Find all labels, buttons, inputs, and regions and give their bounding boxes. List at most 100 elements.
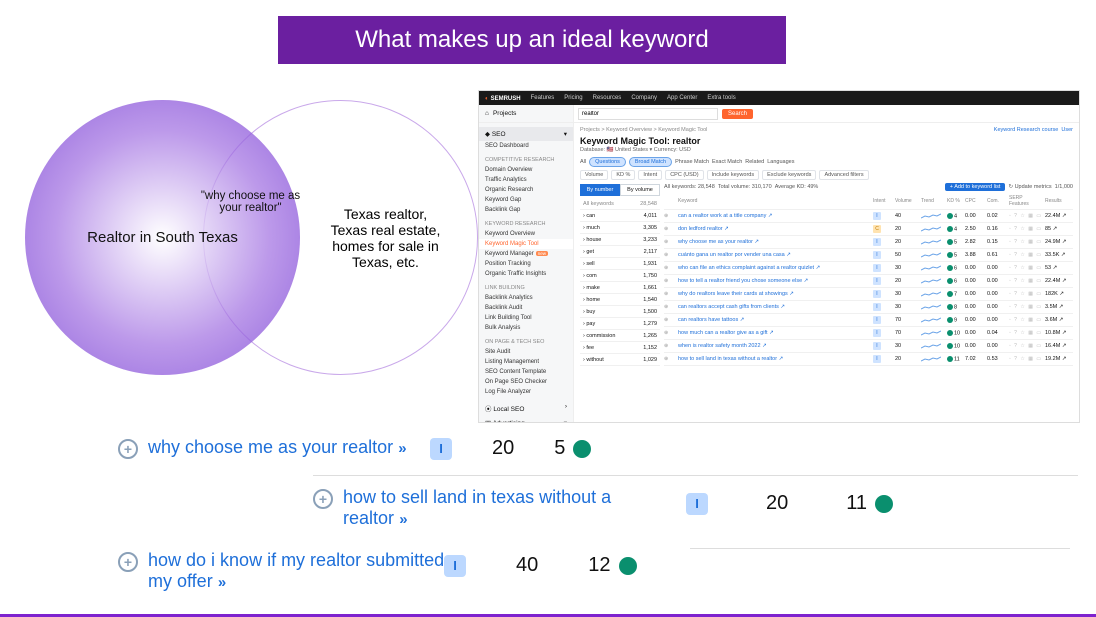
group-row[interactable]: › much3,305 <box>580 222 660 234</box>
result-row[interactable]: ⊕who can file an ethics complaint agains… <box>664 262 1073 275</box>
result-keyword[interactable]: when is realtor safety month 2022 ↗ <box>678 343 871 349</box>
filter-volume[interactable]: Volume <box>580 170 608 180</box>
sidebar-item[interactable]: Organic Traffic Insights <box>479 269 573 279</box>
add-to-list-button[interactable]: + Add to keyword list <box>945 183 1006 191</box>
sidebar-item[interactable]: On Page SEO Checker <box>479 377 573 387</box>
sidebar-item[interactable]: Bulk Analysis <box>479 323 573 333</box>
keyword-text[interactable]: how to sell land in texas without a real… <box>343 487 653 529</box>
result-row[interactable]: ⊕why choose me as your realtor ↗I2052.82… <box>664 236 1073 249</box>
filter-exclude[interactable]: Exclude keywords <box>762 170 816 180</box>
tab-all[interactable]: All <box>580 159 586 165</box>
search-button[interactable]: Search <box>722 109 753 119</box>
keyword-text[interactable]: why choose me as your realtor » <box>148 437 404 458</box>
result-row[interactable]: ⊕cuánto gana un realtor por vender una c… <box>664 249 1073 262</box>
result-row[interactable]: ⊕how to sell land in texas without a rea… <box>664 353 1073 366</box>
sidebar-item[interactable]: SEO Content Template <box>479 367 573 377</box>
sidebar-item[interactable]: Backlink Gap <box>479 205 573 215</box>
tab-broad[interactable]: Broad Match <box>629 157 672 167</box>
result-keyword[interactable]: who can file an ethics complaint against… <box>678 265 871 271</box>
sidebar-item[interactable]: Position Tracking <box>479 259 573 269</box>
group-row[interactable]: › house3,233 <box>580 234 660 246</box>
expand-icon[interactable]: ⊕ <box>664 265 676 271</box>
topnav-item[interactable]: Pricing <box>564 95 582 101</box>
sidebar-item[interactable]: Backlink Audit <box>479 303 573 313</box>
result-row[interactable]: ⊕can realtors accept cash gifts from cli… <box>664 301 1073 314</box>
tab-phrase[interactable]: Phrase Match <box>675 159 709 165</box>
sidebar-item[interactable]: Backlink Analytics <box>479 293 573 303</box>
result-row[interactable]: ⊕why do realtors leave their cards at sh… <box>664 288 1073 301</box>
tab-languages[interactable]: Languages <box>767 159 794 165</box>
result-row[interactable]: ⊕can realtors have tattoos ↗I7090.000.00… <box>664 314 1073 327</box>
filter-intent[interactable]: Intent <box>638 170 662 180</box>
group-row[interactable]: › home1,540 <box>580 294 660 306</box>
result-row[interactable]: ⊕when is realtor safety month 2022 ↗I301… <box>664 340 1073 353</box>
result-keyword[interactable]: cuánto gana un realtor por vender una ca… <box>678 252 871 258</box>
group-row[interactable]: › without1,029 <box>580 354 660 366</box>
topnav-item[interactable]: Extra tools <box>707 95 735 101</box>
expand-icon[interactable]: ⊕ <box>664 304 676 310</box>
group-row[interactable]: › get2,117 <box>580 246 660 258</box>
sidebar-item[interactable]: Domain Overview <box>479 165 573 175</box>
topnav-item[interactable]: Features <box>531 95 555 101</box>
sidebar-item[interactable]: SEO Dashboard <box>479 141 573 151</box>
grouptab-byvolume[interactable]: By volume <box>620 184 660 196</box>
sidebar-item[interactable]: Keyword Gap <box>479 195 573 205</box>
sidebar-item[interactable]: Site Audit <box>479 347 573 357</box>
result-keyword[interactable]: why choose me as your realtor ↗ <box>678 239 871 245</box>
result-keyword[interactable]: can realtors accept cash gifts from clie… <box>678 304 871 310</box>
semrush-logo[interactable]: ◐ SEMRUSH <box>485 95 521 102</box>
expand-icon[interactable]: ⊕ <box>664 252 676 258</box>
sidebar-item[interactable]: Traffic Analytics <box>479 175 573 185</box>
group-row[interactable]: › buy1,500 <box>580 306 660 318</box>
expand-icon[interactable]: ⊕ <box>664 343 676 349</box>
result-row[interactable]: ⊕don ledford realtor ↗C2042.500.16◦ ? ☆ … <box>664 223 1073 236</box>
sidebar-item[interactable]: Log File Analyzer <box>479 387 573 397</box>
sidebar-localseo[interactable]: ⦿ Local SEO› <box>479 400 573 416</box>
group-row[interactable]: › can4,011 <box>580 210 660 222</box>
expand-icon[interactable]: ⊕ <box>664 330 676 336</box>
group-row[interactable]: › pay1,279 <box>580 318 660 330</box>
result-keyword[interactable]: can realtors have tattoos ↗ <box>678 317 871 323</box>
sidebar-item[interactable]: Keyword Magic Tool <box>479 239 573 249</box>
result-row[interactable]: ⊕how to tell a realtor friend you chose … <box>664 275 1073 288</box>
sidebar-item[interactable]: Link Building Tool <box>479 313 573 323</box>
topnav-item[interactable]: Company <box>631 95 657 101</box>
expand-icon[interactable]: ⊕ <box>664 239 676 245</box>
filter-kd[interactable]: KD % <box>611 170 635 180</box>
sidebar-advertising[interactable]: ▣ Advertising▾ <box>479 416 573 422</box>
topnav-item[interactable]: Resources <box>593 95 622 101</box>
tab-exact[interactable]: Exact Match <box>712 159 742 165</box>
expand-icon[interactable]: ⊕ <box>664 317 676 323</box>
result-row[interactable]: ⊕can a realtor work at a title company ↗… <box>664 210 1073 223</box>
sidebar-item[interactable]: Keyword Overview <box>479 229 573 239</box>
group-row[interactable]: › sell1,931 <box>580 258 660 270</box>
group-row[interactable]: › com1,750 <box>580 270 660 282</box>
update-metrics-button[interactable]: ↻ Update metrics <box>1008 184 1051 190</box>
plus-icon[interactable]: + <box>118 439 138 459</box>
group-row[interactable]: › fee1,152 <box>580 342 660 354</box>
link-user[interactable]: User <box>1061 127 1073 133</box>
sidebar-item[interactable]: Organic Research <box>479 185 573 195</box>
link-course[interactable]: Keyword Research course <box>994 127 1059 133</box>
tab-questions[interactable]: Questions <box>589 157 626 167</box>
filter-advanced[interactable]: Advanced filters <box>819 170 868 180</box>
expand-icon[interactable]: ⊕ <box>664 291 676 297</box>
database-line[interactable]: Database: 🇺🇸 United States ▾ Currency: U… <box>580 147 1073 153</box>
plus-icon[interactable]: + <box>118 552 138 572</box>
sidebar-projects[interactable]: ⌂ Projects <box>479 105 574 122</box>
sidebar-seo-header[interactable]: ◆ SEO ▾ <box>479 127 573 141</box>
keyword-text[interactable]: how do i know if my realtor submitted my… <box>148 550 458 592</box>
sidebar-item[interactable]: Listing Management <box>479 357 573 367</box>
result-keyword[interactable]: how to sell land in texas without a real… <box>678 356 871 362</box>
group-row[interactable]: › commission1,265 <box>580 330 660 342</box>
expand-icon[interactable]: ⊕ <box>664 213 676 219</box>
result-keyword[interactable]: how to tell a realtor friend you chose s… <box>678 278 871 284</box>
result-keyword[interactable]: don ledford realtor ↗ <box>678 226 871 232</box>
tab-related[interactable]: Related <box>745 159 764 165</box>
topnav-item[interactable]: App Center <box>667 95 697 101</box>
filter-include[interactable]: Include keywords <box>707 170 760 180</box>
result-keyword[interactable]: how much can a realtor give as a gift ↗ <box>678 330 871 336</box>
expand-icon[interactable]: ⊕ <box>664 226 676 232</box>
expand-icon[interactable]: ⊕ <box>664 356 676 362</box>
result-row[interactable]: ⊕how much can a realtor give as a gift ↗… <box>664 327 1073 340</box>
